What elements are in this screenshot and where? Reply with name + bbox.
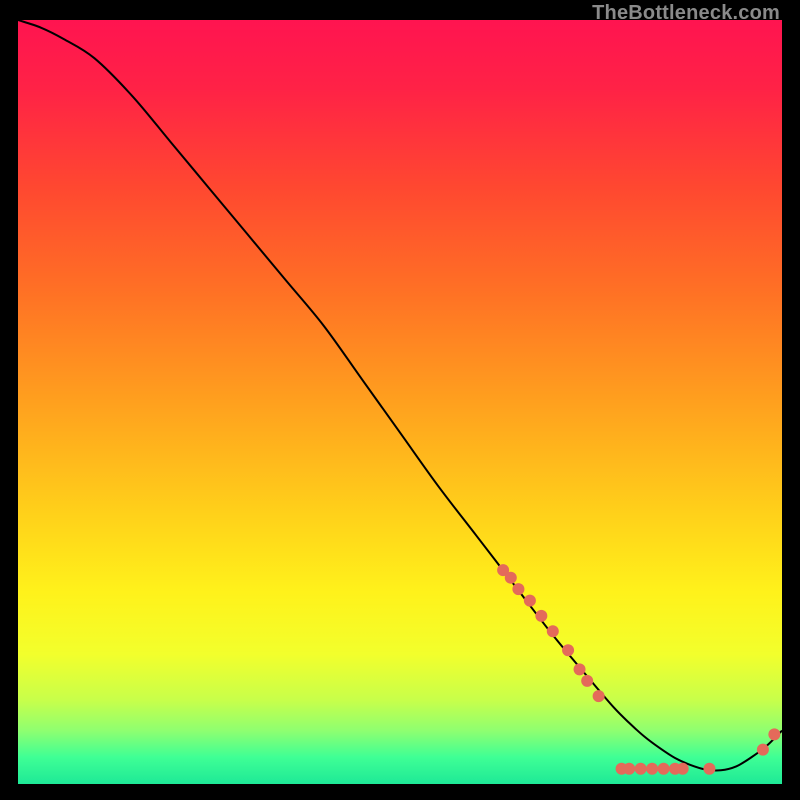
marker-point (768, 728, 780, 740)
marker-point (512, 583, 524, 595)
marker-point (505, 572, 517, 584)
chart-background (18, 20, 782, 784)
marker-point (635, 763, 647, 775)
marker-point (581, 675, 593, 687)
marker-point (757, 744, 769, 756)
chart-svg (18, 20, 782, 784)
marker-point (574, 663, 586, 675)
marker-point (658, 763, 670, 775)
marker-point (562, 644, 574, 656)
marker-point (703, 763, 715, 775)
marker-point (524, 595, 536, 607)
marker-point (547, 625, 559, 637)
chart-frame (18, 20, 782, 784)
marker-point (593, 690, 605, 702)
marker-point (646, 763, 658, 775)
marker-point (677, 763, 689, 775)
marker-point (535, 610, 547, 622)
marker-point (623, 763, 635, 775)
